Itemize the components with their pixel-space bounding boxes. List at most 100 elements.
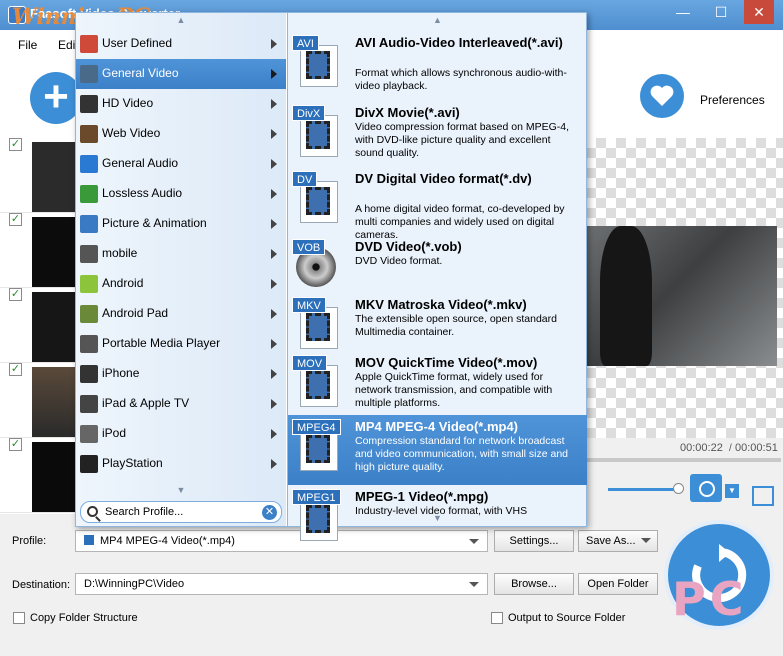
clear-search-icon[interactable]: ✕ bbox=[262, 505, 277, 520]
separator: / bbox=[729, 443, 732, 454]
file-checkbox[interactable]: ✓ bbox=[9, 213, 22, 226]
format-tag: AVI bbox=[292, 35, 319, 51]
category-label: User Defined bbox=[102, 36, 173, 50]
volume-knob[interactable] bbox=[673, 483, 684, 494]
category-item[interactable]: HD Video bbox=[76, 89, 286, 119]
chevron-down-icon[interactable]: ▼ bbox=[725, 484, 739, 498]
film-strip-icon bbox=[306, 187, 330, 215]
format-item[interactable]: MKV MKV Matroska Video(*.mkv) The extensib… bbox=[288, 293, 587, 351]
preferences-button[interactable] bbox=[640, 74, 684, 118]
file-checkbox[interactable]: ✓ bbox=[9, 138, 22, 151]
search-input[interactable]: Search Profile... bbox=[105, 506, 183, 518]
film-strip-icon bbox=[306, 435, 330, 463]
category-item[interactable]: Portable Media Player bbox=[76, 329, 286, 359]
film-icon bbox=[80, 65, 98, 83]
video-format-icon: DV bbox=[292, 171, 340, 223]
format-tag: DivX bbox=[292, 105, 326, 121]
close-button[interactable]: ✕ bbox=[744, 0, 774, 24]
maximize-button[interactable]: ☐ bbox=[706, 0, 736, 24]
output-to-source-folder-checkbox[interactable] bbox=[491, 612, 503, 624]
destination-input[interactable]: D:\WinningPC\Video bbox=[75, 573, 488, 595]
chevron-right-icon bbox=[271, 459, 277, 469]
copy-folder-structure-checkbox[interactable] bbox=[13, 612, 25, 624]
category-scroll-up[interactable]: ▲ bbox=[76, 13, 286, 27]
format-scroll-up[interactable]: ▲ bbox=[288, 13, 587, 27]
chevron-right-icon bbox=[271, 249, 277, 259]
format-item[interactable]: MPEG4 MP4 MPEG-4 Video(*.mp4) Compression … bbox=[288, 415, 587, 485]
category-label: Lossless Audio bbox=[102, 186, 183, 200]
volume-slider[interactable] bbox=[608, 488, 678, 491]
total-time: 00:00:51 bbox=[735, 442, 778, 454]
current-time: 00:00:22 bbox=[680, 442, 723, 454]
category-label: HD Video bbox=[102, 96, 154, 110]
format-item[interactable]: MOV MOV QuickTime Video(*.mov) Apple Quick… bbox=[288, 351, 587, 415]
category-item[interactable]: iPod bbox=[76, 419, 286, 449]
profile-value: MP4 MPEG-4 Video(*.mp4) bbox=[100, 535, 235, 547]
format-scroll-down[interactable]: ▼ bbox=[288, 511, 587, 525]
category-scroll-down[interactable]: ▼ bbox=[76, 483, 286, 497]
file-checkbox[interactable]: ✓ bbox=[9, 288, 22, 301]
category-label: Picture & Animation bbox=[102, 216, 207, 230]
category-item[interactable]: mobile bbox=[76, 239, 286, 269]
file-checkbox[interactable]: ✓ bbox=[9, 438, 22, 451]
category-panel: ▲ User Defined General Video HD Video Web V… bbox=[76, 13, 286, 526]
format-title: DivX Movie(*.avi) bbox=[355, 105, 460, 120]
fullscreen-button[interactable] bbox=[752, 486, 774, 506]
category-item[interactable]: Android bbox=[76, 269, 286, 299]
format-item[interactable]: VOB DVD Video(*.vob) DVD Video format. bbox=[288, 235, 587, 293]
music-icon bbox=[80, 185, 98, 203]
app-window: Faasoft Video Converter WinningPC — ☐ ✕ … bbox=[0, 0, 783, 656]
format-title: AVI Audio-Video Interleaved(*.avi) bbox=[355, 35, 563, 50]
chevron-right-icon bbox=[271, 129, 277, 139]
category-label: iPhone bbox=[102, 366, 140, 380]
chevron-right-icon bbox=[271, 69, 277, 79]
chevron-down-icon bbox=[641, 538, 651, 543]
category-label: mobile bbox=[102, 246, 138, 260]
category-label: Android Pad bbox=[102, 306, 169, 320]
profile-select[interactable]: MP4 MPEG-4 Video(*.mp4) bbox=[75, 530, 488, 552]
preferences-label[interactable]: Preferences bbox=[700, 93, 765, 107]
video-format-icon: MOV bbox=[292, 355, 340, 407]
snapshot-button[interactable] bbox=[690, 474, 722, 502]
chevron-right-icon bbox=[271, 99, 277, 109]
category-item[interactable]: iPad & Apple TV bbox=[76, 389, 286, 419]
save-as-button[interactable]: Save As... bbox=[578, 530, 658, 552]
android-pad-icon bbox=[80, 305, 98, 323]
format-item[interactable]: AVI AVI Audio-Video Interleaved(*.avi) For… bbox=[288, 31, 587, 101]
category-item[interactable]: PlayStation bbox=[76, 449, 286, 479]
format-title: MOV QuickTime Video(*.mov) bbox=[355, 355, 538, 370]
category-item[interactable]: Lossless Audio bbox=[76, 179, 286, 209]
browse-button[interactable]: Browse... bbox=[494, 573, 574, 595]
copy-folder-structure-label[interactable]: Copy Folder Structure bbox=[30, 612, 138, 624]
category-item[interactable]: General Video bbox=[76, 59, 286, 89]
menu-file[interactable]: File bbox=[18, 38, 37, 52]
format-item[interactable]: DV DV Digital Video format(*.dv) A home di… bbox=[288, 167, 587, 241]
destination-label: Destination: bbox=[12, 579, 71, 591]
format-tag: MOV bbox=[292, 355, 328, 371]
category-item[interactable]: General Audio bbox=[76, 149, 286, 179]
category-item[interactable]: iPhone bbox=[76, 359, 286, 389]
category-label: Android bbox=[102, 276, 144, 290]
ipod-icon bbox=[80, 425, 98, 443]
chevron-right-icon bbox=[271, 159, 277, 169]
file-checkbox[interactable]: ✓ bbox=[9, 363, 22, 376]
format-description: Format which allows synchronous audio-wi… bbox=[355, 67, 567, 92]
minimize-button[interactable]: — bbox=[668, 0, 698, 24]
settings-button[interactable]: Settings... bbox=[494, 530, 574, 552]
category-item[interactable]: Web Video bbox=[76, 119, 286, 149]
category-item[interactable]: Picture & Animation bbox=[76, 209, 286, 239]
format-title: MPEG-1 Video(*.mpg) bbox=[355, 489, 489, 504]
output-to-source-folder-label[interactable]: Output to Source Folder bbox=[508, 612, 625, 624]
open-folder-button[interactable]: Open Folder bbox=[578, 573, 658, 595]
category-item[interactable]: User Defined bbox=[76, 29, 286, 59]
category-item[interactable]: Android Pad bbox=[76, 299, 286, 329]
format-tag: MPEG1 bbox=[292, 489, 341, 505]
profile-dropdown: ▲ User Defined General Video HD Video Web V… bbox=[75, 12, 587, 541]
format-item[interactable]: DivX DivX Movie(*.avi) Video compression f… bbox=[288, 101, 587, 167]
destination-value: D:\WinningPC\Video bbox=[84, 578, 185, 590]
playback-progress[interactable] bbox=[586, 458, 781, 462]
search-profile-box[interactable]: Search Profile... ✕ bbox=[80, 501, 282, 523]
video-icon bbox=[84, 535, 94, 545]
format-tag: MPEG4 bbox=[292, 419, 341, 435]
format-description: The extensible open source, open standar… bbox=[355, 313, 557, 338]
